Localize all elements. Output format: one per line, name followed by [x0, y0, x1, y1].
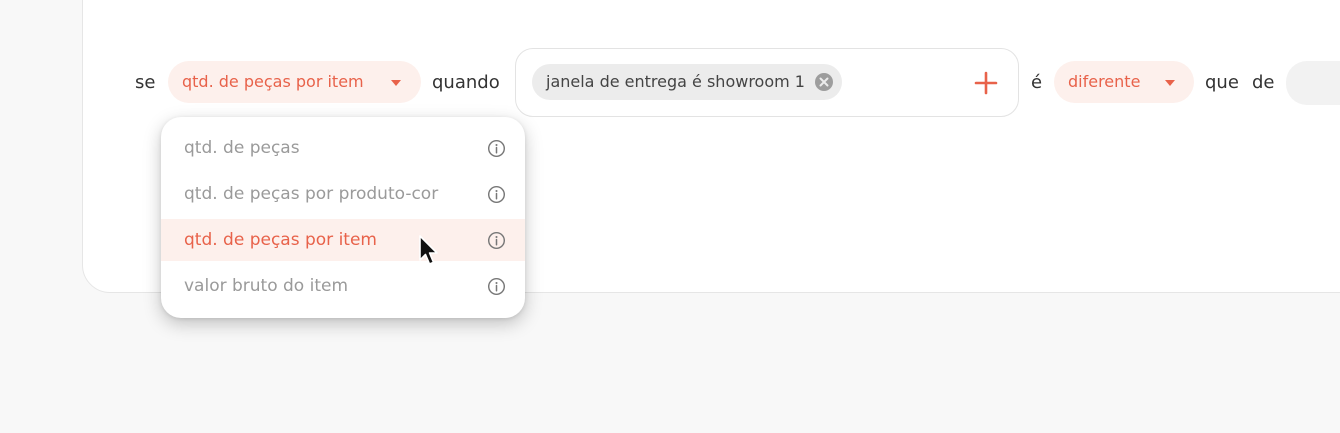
- mouse-pointer-icon: [419, 235, 438, 265]
- info-icon[interactable]: [487, 139, 506, 158]
- chevron-down-icon: [391, 80, 401, 86]
- when-label: quando: [432, 72, 500, 93]
- menu-item-qtd-pecas[interactable]: qtd. de peças: [161, 127, 525, 169]
- comparator-select[interactable]: diferente: [1054, 61, 1194, 103]
- of-label: de: [1252, 72, 1275, 93]
- plus-icon[interactable]: [972, 69, 1000, 97]
- metric-select[interactable]: qtd. de peças por item: [168, 61, 421, 103]
- condition-box[interactable]: janela de entrega é showroom 1: [515, 48, 1019, 117]
- info-icon[interactable]: [487, 231, 506, 250]
- chevron-down-icon: [1165, 80, 1175, 86]
- menu-item-valor-bruto[interactable]: valor bruto do item: [161, 265, 525, 307]
- menu-item-qtd-pecas-produto-cor[interactable]: qtd. de peças por produto-cor: [161, 173, 525, 215]
- comparator-select-value: diferente: [1068, 72, 1141, 91]
- metric-select-value: qtd. de peças por item: [182, 72, 364, 91]
- menu-item-qtd-pecas-item[interactable]: qtd. de peças por item: [161, 219, 525, 261]
- menu-item-label: qtd. de peças por item: [184, 230, 377, 250]
- menu-item-label: qtd. de peças: [184, 138, 300, 158]
- menu-item-label: qtd. de peças por produto-cor: [184, 184, 439, 204]
- condition-chip[interactable]: janela de entrega é showroom 1: [532, 64, 842, 100]
- that-label: que: [1205, 72, 1239, 93]
- metric-dropdown-menu: qtd. de peças qtd. de peças por produto-…: [161, 117, 525, 318]
- close-circle-icon[interactable]: [814, 72, 834, 92]
- rule-prefix: se: [135, 72, 156, 93]
- condition-chip-label: janela de entrega é showroom 1: [546, 72, 805, 91]
- is-label: é: [1031, 72, 1043, 93]
- menu-item-label: valor bruto do item: [184, 276, 349, 296]
- info-icon[interactable]: [487, 185, 506, 204]
- comparison-value-input[interactable]: [1286, 61, 1340, 105]
- info-icon[interactable]: [487, 277, 506, 296]
